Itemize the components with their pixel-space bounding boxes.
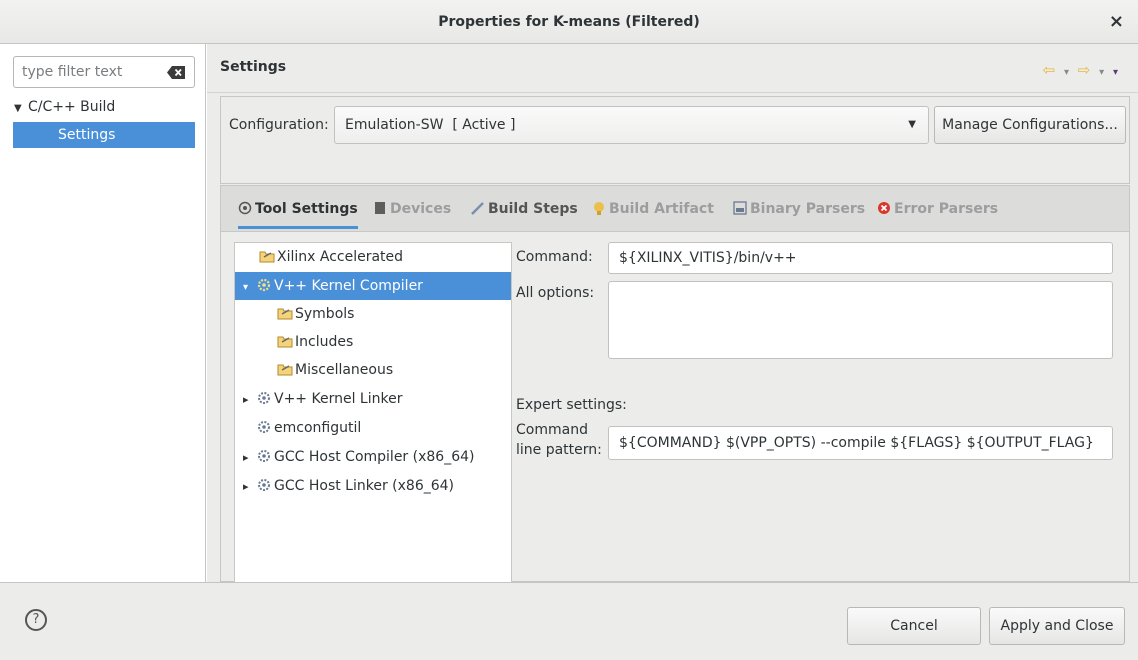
expand-arrow-icon[interactable]: ▸ bbox=[243, 473, 257, 501]
all-options-label: All options: bbox=[516, 285, 595, 301]
tree-node-label: Miscellaneous bbox=[295, 362, 394, 378]
sidebar-item-cpp-build[interactable]: ▼ C/C++ Build bbox=[14, 94, 200, 120]
history-nav: ⇦ ▾ ⇨ ▾ ▾ bbox=[1043, 61, 1120, 79]
tab-label: Tool Settings bbox=[255, 201, 358, 217]
tree-node-label: GCC Host Linker (x86_64) bbox=[274, 478, 455, 494]
error-parsers-icon bbox=[878, 202, 890, 214]
tab-error-parsers[interactable]: Error Parsers bbox=[877, 186, 998, 232]
configuration-group: Configuration: Emulation-SW [ Active ] ▼… bbox=[220, 96, 1130, 184]
tab-devices[interactable]: Devices bbox=[373, 186, 451, 232]
sidebar-item-label: Settings bbox=[58, 127, 116, 143]
tree-node-label: GCC Host Compiler (x86_64) bbox=[274, 449, 475, 465]
tab-label: Devices bbox=[390, 201, 452, 217]
tree-node-label: emconfigutil bbox=[274, 420, 362, 436]
tab-build-steps[interactable]: Build Steps bbox=[471, 186, 578, 232]
tab-label: Error Parsers bbox=[894, 201, 999, 217]
button-bar: ? Cancel Apply and Close bbox=[0, 582, 1138, 660]
expand-arrow-icon[interactable]: ▾ bbox=[243, 274, 257, 302]
tree-node-emconfigutil[interactable]: emconfigutil bbox=[235, 414, 511, 442]
tab-tool-settings[interactable]: Tool Settings bbox=[238, 186, 358, 232]
tool-tree[interactable]: Xilinx Accelerated ▾ V++ Kernel Compiler … bbox=[234, 242, 512, 583]
tool-settings-icon bbox=[238, 201, 252, 215]
folder-icon bbox=[277, 336, 293, 348]
gear-icon bbox=[258, 421, 270, 433]
header-divider bbox=[207, 92, 1138, 93]
gear-icon bbox=[257, 278, 271, 292]
build-artifact-icon bbox=[594, 202, 604, 215]
tab-label: Build Artifact bbox=[609, 201, 714, 217]
back-arrow-icon[interactable]: ⇦ bbox=[1043, 61, 1058, 79]
configuration-label: Configuration: bbox=[229, 117, 329, 133]
window-title: Properties for K-means (Filtered) bbox=[438, 14, 700, 30]
settings-page: Settings ⇦ ▾ ⇨ ▾ ▾ Configuration: Emulat… bbox=[207, 44, 1138, 583]
expand-arrow-icon[interactable]: ▸ bbox=[243, 386, 257, 414]
tree-node-includes[interactable]: Includes bbox=[235, 328, 511, 356]
tab-strip: Tool Settings Devices Build Steps Build … bbox=[221, 186, 1129, 232]
sidebar-item-label: C/C++ Build bbox=[28, 99, 116, 115]
manage-configurations-button[interactable]: Manage Configurations... bbox=[934, 106, 1126, 144]
folder-icon bbox=[277, 308, 293, 320]
expand-arrow-icon[interactable]: ▼ bbox=[14, 96, 28, 122]
command-line-pattern-label-line2: line pattern: bbox=[516, 442, 602, 458]
expand-arrow-icon[interactable]: ▸ bbox=[243, 444, 257, 472]
tab-build-artifact[interactable]: Build Artifact bbox=[592, 186, 714, 232]
tree-node-symbols[interactable]: Symbols bbox=[235, 300, 511, 328]
chevron-down-icon: ▼ bbox=[908, 119, 916, 130]
gear-icon bbox=[258, 392, 270, 404]
tree-node-label: V++ Kernel Linker bbox=[274, 391, 403, 407]
sidebar-item-settings[interactable]: Settings bbox=[13, 122, 195, 148]
tab-binary-parsers[interactable]: Binary Parsers bbox=[733, 186, 865, 232]
command-line-pattern-label-line1: Command bbox=[516, 422, 588, 438]
build-steps-icon bbox=[471, 202, 484, 215]
tree-node-gcc-host-compiler[interactable]: ▸ GCC Host Compiler (x86_64) bbox=[235, 443, 511, 471]
tree-node-miscellaneous[interactable]: Miscellaneous bbox=[235, 356, 511, 384]
tree-node-label: Includes bbox=[295, 334, 354, 350]
tab-label: Binary Parsers bbox=[750, 201, 866, 217]
close-icon[interactable]: × bbox=[1109, 0, 1124, 44]
binary-parsers-icon bbox=[733, 201, 747, 215]
configuration-value: Emulation-SW [ Active ] bbox=[345, 117, 516, 133]
expert-settings-label: Expert settings: bbox=[516, 397, 627, 413]
command-label: Command: bbox=[516, 249, 593, 265]
page-title: Settings bbox=[220, 59, 287, 75]
tree-node-label: Symbols bbox=[295, 306, 355, 322]
folder-icon bbox=[259, 251, 275, 263]
forward-arrow-icon[interactable]: ⇨ bbox=[1078, 61, 1093, 79]
title-bar: Properties for K-means (Filtered) × bbox=[0, 0, 1138, 44]
back-dropdown-icon[interactable]: ▾ bbox=[1064, 67, 1071, 78]
filter-input[interactable] bbox=[14, 57, 154, 87]
folder-icon bbox=[277, 364, 293, 376]
tree-node-gcc-host-linker[interactable]: ▸ GCC Host Linker (x86_64) bbox=[235, 472, 511, 500]
all-options-field[interactable] bbox=[608, 281, 1113, 359]
apply-and-close-button[interactable]: Apply and Close bbox=[989, 607, 1125, 645]
filter-box bbox=[13, 56, 195, 88]
tree-node-vpp-kernel-compiler[interactable]: ▾ V++ Kernel Compiler bbox=[235, 272, 511, 300]
tree-node-xilinx-accelerated[interactable]: Xilinx Accelerated bbox=[235, 243, 511, 271]
tree-node-label: V++ Kernel Compiler bbox=[274, 278, 423, 294]
configuration-select[interactable]: Emulation-SW [ Active ] ▼ bbox=[334, 106, 929, 144]
forward-dropdown-icon[interactable]: ▾ bbox=[1099, 67, 1106, 78]
gear-icon bbox=[258, 479, 270, 491]
devices-icon bbox=[375, 202, 385, 214]
gear-icon bbox=[258, 450, 270, 462]
tab-folder: Tool Settings Devices Build Steps Build … bbox=[220, 185, 1130, 583]
clear-filter-icon[interactable] bbox=[167, 66, 185, 79]
tab-label: Build Steps bbox=[488, 201, 578, 217]
tree-node-vpp-kernel-linker[interactable]: ▸ V++ Kernel Linker bbox=[235, 385, 511, 413]
property-nav-pane: ▼C/C++ Build Settings bbox=[0, 44, 206, 582]
help-icon[interactable]: ? bbox=[25, 609, 47, 631]
cancel-button[interactable]: Cancel bbox=[847, 607, 981, 645]
view-menu-icon[interactable]: ▾ bbox=[1113, 67, 1120, 78]
command-line-pattern-field[interactable]: ${COMMAND} $(VPP_OPTS) --compile ${FLAGS… bbox=[608, 426, 1113, 460]
command-field[interactable]: ${XILINX_VITIS}/bin/v++ bbox=[608, 242, 1113, 274]
tree-node-label: Xilinx Accelerated bbox=[277, 249, 404, 265]
